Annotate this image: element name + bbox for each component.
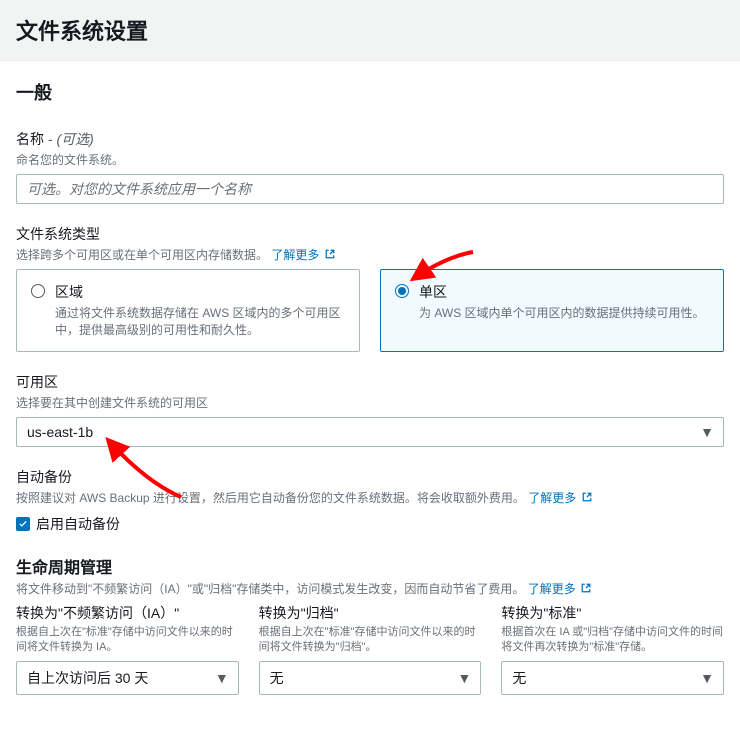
lifecycle-title: 生命周期管理 <box>16 554 724 578</box>
lifecycle-learn-more-link[interactable]: 了解更多 <box>528 582 591 596</box>
lifecycle-col-ia: 转换为"不频繁访问（IA）" 根据自上次在"标准"存储中访问文件以来的时间将文件… <box>16 603 239 696</box>
archive-select[interactable]: 无 <box>259 661 482 695</box>
lifecycle-hint: 将文件移动到"不频繁访问（IA）"或"归档"存储类中，访问模式发生改变，因而自动… <box>16 580 724 597</box>
radio-icon <box>31 284 45 298</box>
field-lifecycle: 生命周期管理 将文件移动到"不频繁访问（IA）"或"归档"存储类中，访问模式发生… <box>16 554 724 696</box>
backup-learn-more-link[interactable]: 了解更多 <box>528 491 591 505</box>
field-name: 名称 - (可选) 命名您的文件系统。 <box>16 129 724 204</box>
standard-hint: 根据首次在 IA 或"归档"存储中访问文件的时间将文件再次转换为"标准"存储。 <box>501 625 724 656</box>
name-label: 名称 - (可选) <box>16 129 724 149</box>
standard-select[interactable]: 无 <box>501 661 724 695</box>
external-link-icon <box>581 582 591 596</box>
lifecycle-col-standard: 转换为"标准" 根据首次在 IA 或"归档"存储中访问文件的时间将文件再次转换为… <box>501 603 724 696</box>
standard-label: 转换为"标准" <box>501 603 724 623</box>
radio-regional-desc: 通过将文件系统数据存储在 AWS 区域内的多个可用区中，提供最高级别的可用性和耐… <box>55 305 345 339</box>
page-title: 文件系统设置 <box>16 14 724 46</box>
az-hint: 选择要在其中创建文件系统的可用区 <box>16 394 724 411</box>
backup-hint: 按照建议对 AWS Backup 进行设置，然后用它自动备份您的文件系统数据。将… <box>16 489 724 506</box>
backup-label: 自动备份 <box>16 467 724 487</box>
backup-checkbox[interactable] <box>16 517 30 531</box>
radio-regional[interactable]: 区域 通过将文件系统数据存储在 AWS 区域内的多个可用区中，提供最高级别的可用… <box>16 269 360 352</box>
external-link-icon <box>325 248 335 262</box>
field-az: 可用区 选择要在其中创建文件系统的可用区 us-east-1b ▼ <box>16 372 724 447</box>
ia-label: 转换为"不频繁访问（IA）" <box>16 603 239 623</box>
az-label: 可用区 <box>16 372 724 392</box>
lifecycle-col-archive: 转换为"归档" 根据自上次在"标准"存储中访问文件以来的时间将文件转换为"归档"… <box>259 603 482 696</box>
radio-one-zone[interactable]: 单区 为 AWS 区域内单个可用区内的数据提供持续可用性。 <box>380 269 724 352</box>
checkmark-icon <box>18 519 28 529</box>
field-backup: 自动备份 按照建议对 AWS Backup 进行设置，然后用它自动备份您的文件系… <box>16 467 724 534</box>
ia-select[interactable]: 自上次访问后 30 天 <box>16 661 239 695</box>
field-fs-type: 文件系统类型 选择跨多个可用区或在单个可用区内存储数据。 了解更多 区域 通过将… <box>16 224 724 352</box>
radio-regional-title: 区域 <box>55 282 345 302</box>
radio-one-zone-title: 单区 <box>419 282 705 302</box>
archive-hint: 根据自上次在"标准"存储中访问文件以来的时间将文件转换为"归档"。 <box>259 625 482 656</box>
name-input[interactable] <box>16 174 724 204</box>
fs-type-hint: 选择跨多个可用区或在单个可用区内存储数据。 了解更多 <box>16 246 724 263</box>
name-hint: 命名您的文件系统。 <box>16 151 724 168</box>
radio-icon <box>395 284 409 298</box>
ia-hint: 根据自上次在"标准"存储中访问文件以来的时间将文件转换为 IA。 <box>16 625 239 656</box>
fs-type-learn-more-link[interactable]: 了解更多 <box>271 248 334 262</box>
section-general-title: 一般 <box>16 79 724 105</box>
fs-type-label: 文件系统类型 <box>16 224 724 244</box>
archive-label: 转换为"归档" <box>259 603 482 623</box>
az-select[interactable]: us-east-1b <box>16 417 724 447</box>
radio-one-zone-desc: 为 AWS 区域内单个可用区内的数据提供持续可用性。 <box>419 305 705 322</box>
external-link-icon <box>582 491 592 505</box>
backup-checkbox-label: 启用自动备份 <box>36 514 120 534</box>
